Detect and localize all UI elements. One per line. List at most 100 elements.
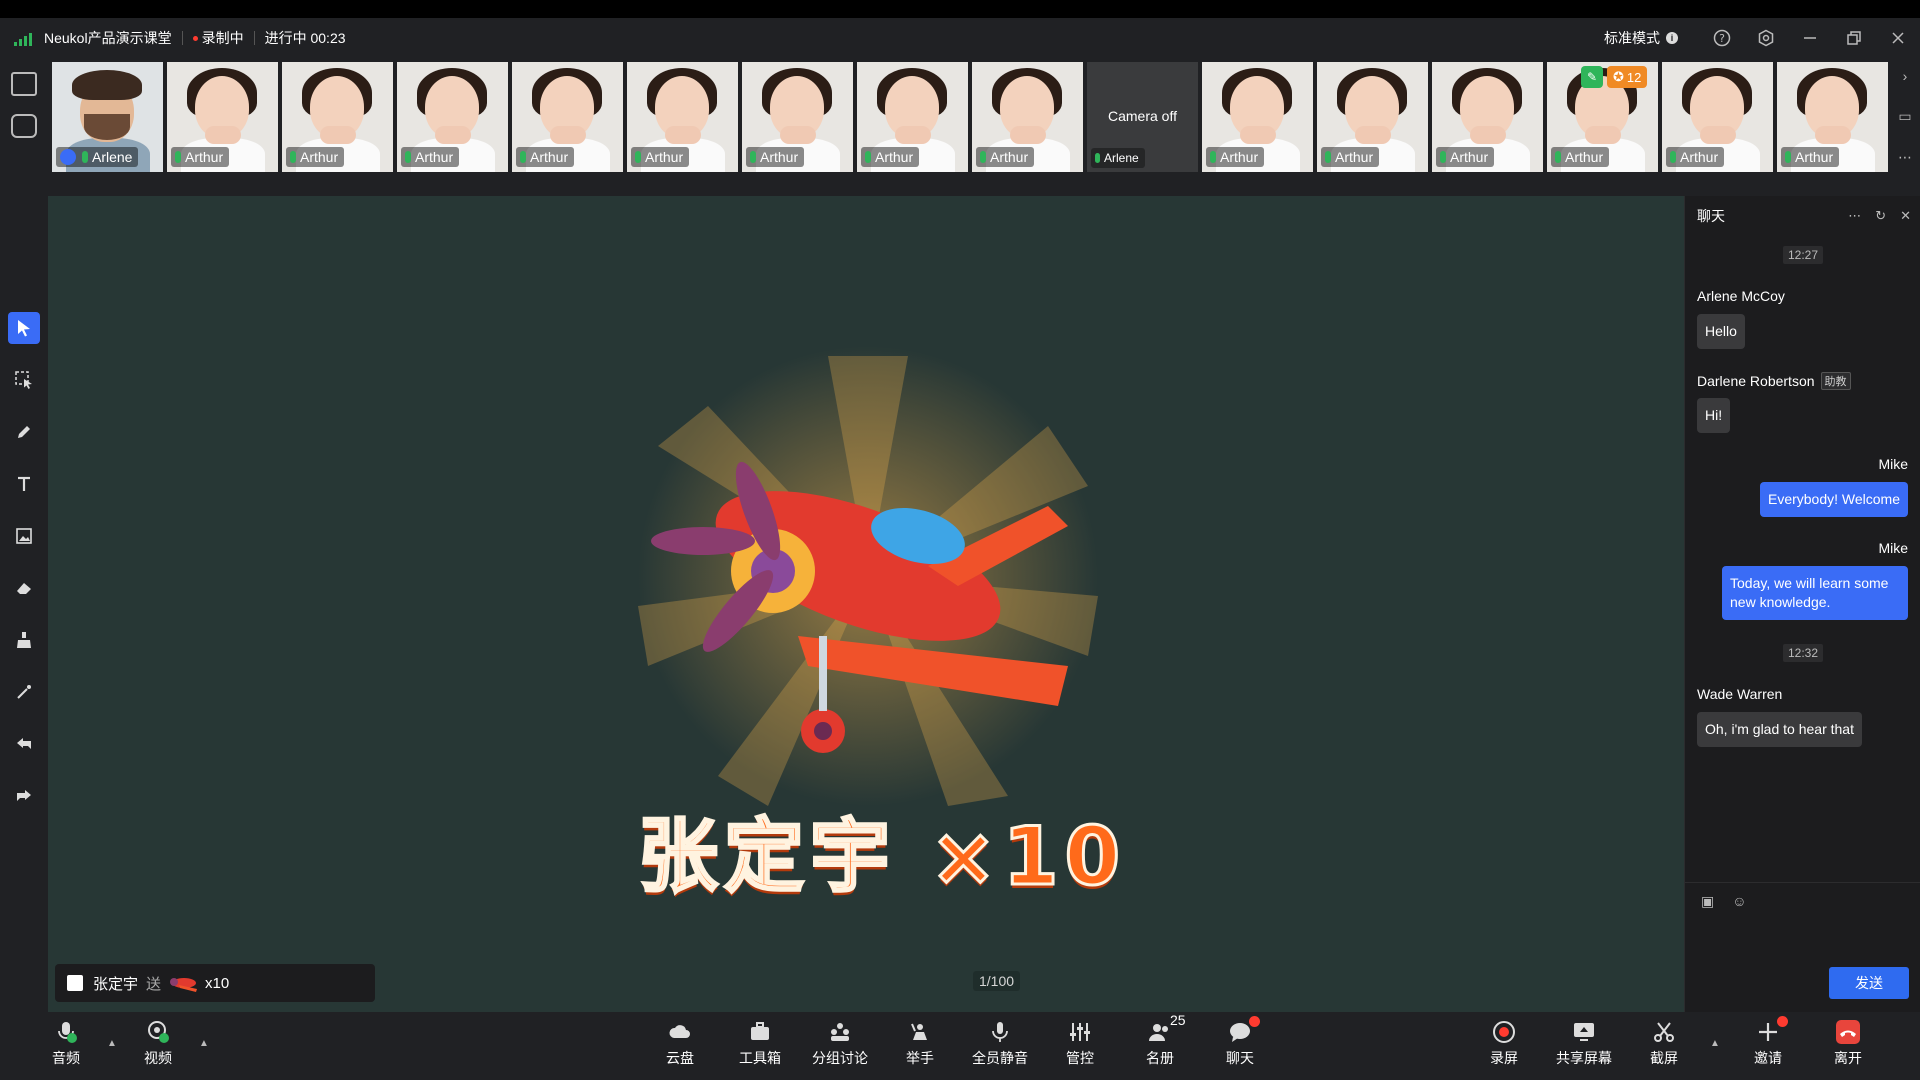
roster-button[interactable]: 25 名册 [1125,1012,1195,1068]
participant-tile[interactable]: Arthur [1777,62,1888,172]
participant-hands [1585,126,1621,144]
mode-selector[interactable]: 标准模式 [1604,28,1660,48]
participant-tile[interactable]: ✎ ✪ 12 Arthur [1547,62,1658,172]
presentation-layout-icon[interactable] [11,72,37,96]
record-label: 录屏 [1490,1050,1518,1066]
participant-name: Arthur [875,149,914,165]
close-icon[interactable]: ✕ [1900,208,1911,224]
select-tool-icon[interactable] [8,312,40,344]
leave-button[interactable]: 离开 [1813,1020,1883,1068]
audio-options-caret-icon[interactable]: ▲ [107,1038,117,1049]
settings-icon[interactable] [1744,18,1788,58]
more-icon[interactable]: ⋯ [1848,208,1861,224]
participant-tile[interactable]: Arthur [1662,62,1773,172]
unread-dot [1249,1016,1260,1027]
text-tool-icon[interactable] [8,468,40,500]
participant-hands [665,126,701,144]
leave-label: 离开 [1834,1050,1862,1066]
pen-tool-icon[interactable] [8,416,40,448]
participant-tile[interactable]: Arthur [972,62,1083,172]
redo-icon[interactable] [8,780,40,812]
face-frame-icon[interactable] [11,114,37,138]
participant-name-tag: Arthur [1781,147,1840,167]
participant-tile[interactable]: Arthur [1317,62,1428,172]
send-button[interactable]: 发送 [1829,967,1909,999]
eraser-tool-icon[interactable] [8,572,40,604]
chat-icon-wrap [1228,1016,1260,1044]
participant-name-tag: Arthur [286,147,345,167]
mute-all-button[interactable]: 全员静音 [965,1020,1035,1068]
raise-hand-icon [911,1023,927,1040]
clear-brush-icon[interactable] [8,624,40,656]
cloud-drive-button[interactable]: 云盘 [645,1020,715,1068]
comment-icon[interactable]: ▭ [1898,108,1911,125]
laser-pointer-icon[interactable] [8,676,40,708]
participant-tile[interactable]: Arthur [282,62,393,172]
video-label: 视频 [144,1050,172,1066]
chat-header-actions: ⋯ ↻ ✕ [1848,208,1911,224]
participant-beard [84,114,130,140]
audio-button[interactable]: 音频 [31,1020,101,1068]
toolbox-button[interactable]: 工具箱 [725,1020,795,1068]
chat-input-area[interactable]: ▣ ☺ 发送 [1685,882,1920,1012]
message-bubble: Oh, i'm glad to hear that [1697,712,1862,747]
roster-count: 25 [1170,1012,1186,1028]
host-badge-icon [60,149,76,165]
control-button[interactable]: 管控 [1045,1020,1115,1068]
video-options-caret-icon[interactable]: ▲ [199,1038,209,1049]
participant-tile[interactable]: Arthur [742,62,853,172]
whiteboard-toolbar [0,196,48,1012]
mic-on-icon [1440,151,1446,163]
plane-gift-icon [170,978,198,992]
area-select-tool-icon[interactable] [8,364,40,396]
image-upload-icon[interactable]: ▣ [1701,893,1714,910]
edit-permission-icon: ✎ [1581,66,1603,88]
participant-tile[interactable]: Arthur [512,62,623,172]
participant-name: Arthur [415,149,454,165]
participant-tile[interactable]: Arthur [1202,62,1313,172]
video-button[interactable]: 视频 [123,1020,193,1068]
image-tool-icon[interactable] [8,520,40,552]
record-button[interactable]: 录屏 [1469,1020,1539,1068]
participant-name: Arthur [1450,149,1489,165]
minimize-icon[interactable] [1788,18,1832,58]
refresh-icon[interactable]: ↻ [1875,208,1886,224]
chat-button[interactable]: 聊天 [1205,1016,1275,1068]
participant-name-tag: Arthur [516,147,575,167]
invite-button[interactable]: 邀请 [1733,1016,1803,1068]
chevron-right-icon[interactable]: › [1903,68,1908,84]
participant-tile[interactable]: Arthur [857,62,968,172]
breakout-button[interactable]: 分组讨论 [805,1020,875,1068]
participant-name: Arthur [1220,149,1259,165]
screenshot-button[interactable]: 截屏 [1629,1020,1699,1068]
timestamp: 12:32 [1685,644,1920,662]
participant-tile[interactable]: Arthur [627,62,738,172]
participant-tile-camera-off[interactable]: Camera off Arlene [1087,62,1198,172]
participant-name: Arthur [1335,149,1374,165]
mic-on-icon [1325,151,1331,163]
participant-tile[interactable]: Arthur [397,62,508,172]
info-icon[interactable]: i [1666,32,1678,44]
message-sender: Mike [1878,540,1908,556]
share-screen-button[interactable]: 共享屏幕 [1549,1020,1619,1068]
raise-hand-button[interactable]: 举手 [885,1020,955,1068]
chat-header: 聊天 ⋯ ↻ ✕ [1685,196,1920,236]
emoji-icon[interactable]: ☺ [1732,893,1746,910]
participant-hands [550,126,586,144]
mic-on-icon [520,151,526,163]
help-icon[interactable]: ? [1700,18,1744,58]
undo-icon[interactable] [8,728,40,760]
scissors-icon [1654,1022,1674,1042]
screenshot-options-caret-icon[interactable]: ▲ [1710,1038,1720,1049]
participant-tile[interactable]: Arlene [52,62,163,172]
restore-icon[interactable] [1832,18,1876,58]
participant-tile[interactable]: Arthur [167,62,278,172]
participant-name-tag: Arthur [631,147,690,167]
share-screen-icon [1574,1023,1594,1041]
chat-title: 聊天 [1697,208,1725,224]
chat-panel: 聊天 ⋯ ↻ ✕ 12:27 Arlene McCoy Hello Darlen… [1684,196,1920,1012]
close-icon[interactable] [1876,18,1920,58]
participant-tile[interactable]: Arthur [1432,62,1543,172]
gift-sender: 张定宇 [93,975,139,993]
more-icon[interactable]: ⋯ [1898,149,1912,166]
